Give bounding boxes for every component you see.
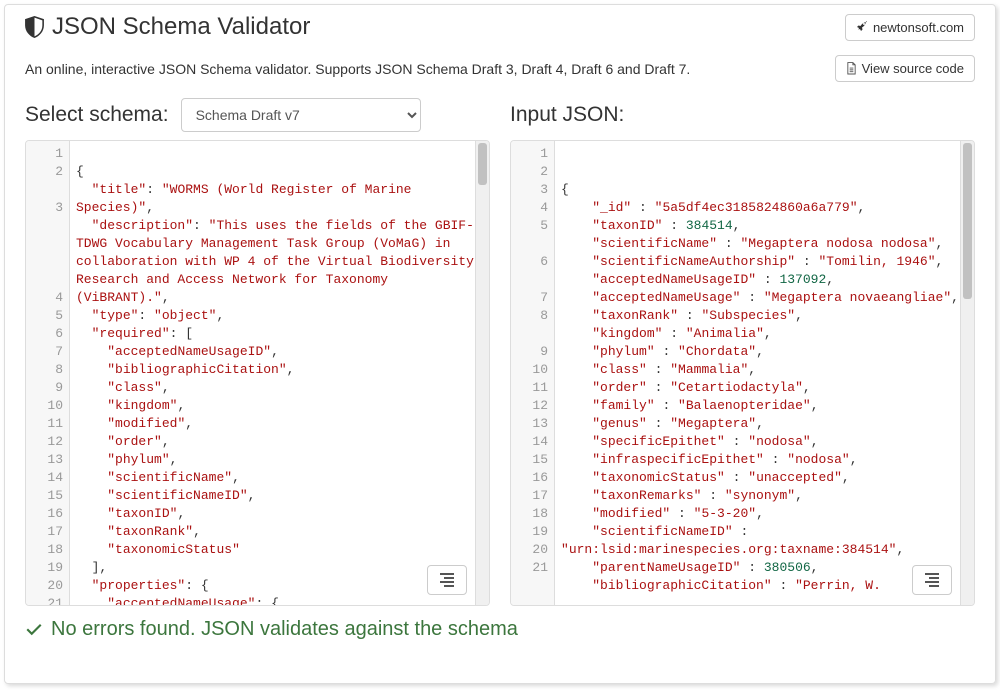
format-json-button[interactable] (912, 565, 952, 595)
schema-code[interactable]: { "title": "WORMS (World Register of Mar… (70, 141, 489, 605)
newtonsoft-label: newtonsoft.com (873, 20, 964, 35)
json-editor[interactable]: 123456 78910111213 1415161718192021 2223… (510, 140, 975, 606)
input-json-label: Input JSON: (510, 103, 624, 127)
schema-scrollbar[interactable] (475, 141, 489, 605)
format-icon (440, 573, 454, 587)
select-schema-label: Select schema: (25, 103, 169, 127)
format-icon (925, 573, 939, 587)
validation-message: No errors found. JSON validates against … (51, 618, 518, 641)
schema-editor[interactable]: 123 4567891011 12131415161718 19202122 {… (25, 140, 490, 606)
view-source-label: View source code (862, 61, 964, 76)
newtonsoft-link[interactable]: newtonsoft.com (845, 14, 975, 41)
page-title: JSON Schema Validator (52, 13, 310, 41)
rocket-icon (856, 21, 868, 33)
json-code[interactable]: { "_id" : "5a5df4ec3185824860a6a779", "t… (555, 141, 974, 605)
schema-gutter: 123 4567891011 12131415161718 19202122 (26, 141, 70, 605)
json-scrollbar[interactable] (960, 141, 974, 605)
page-description: An online, interactive JSON Schema valid… (25, 61, 690, 77)
shield-icon (25, 16, 44, 38)
view-source-button[interactable]: View source code (835, 55, 975, 82)
file-icon (846, 62, 857, 75)
format-schema-button[interactable] (427, 565, 467, 595)
json-gutter: 123456 78910111213 1415161718192021 2223 (511, 141, 555, 605)
validation-result: No errors found. JSON validates against … (25, 618, 975, 641)
schema-select[interactable]: Schema Draft v7 (181, 98, 421, 132)
check-icon (25, 621, 43, 639)
